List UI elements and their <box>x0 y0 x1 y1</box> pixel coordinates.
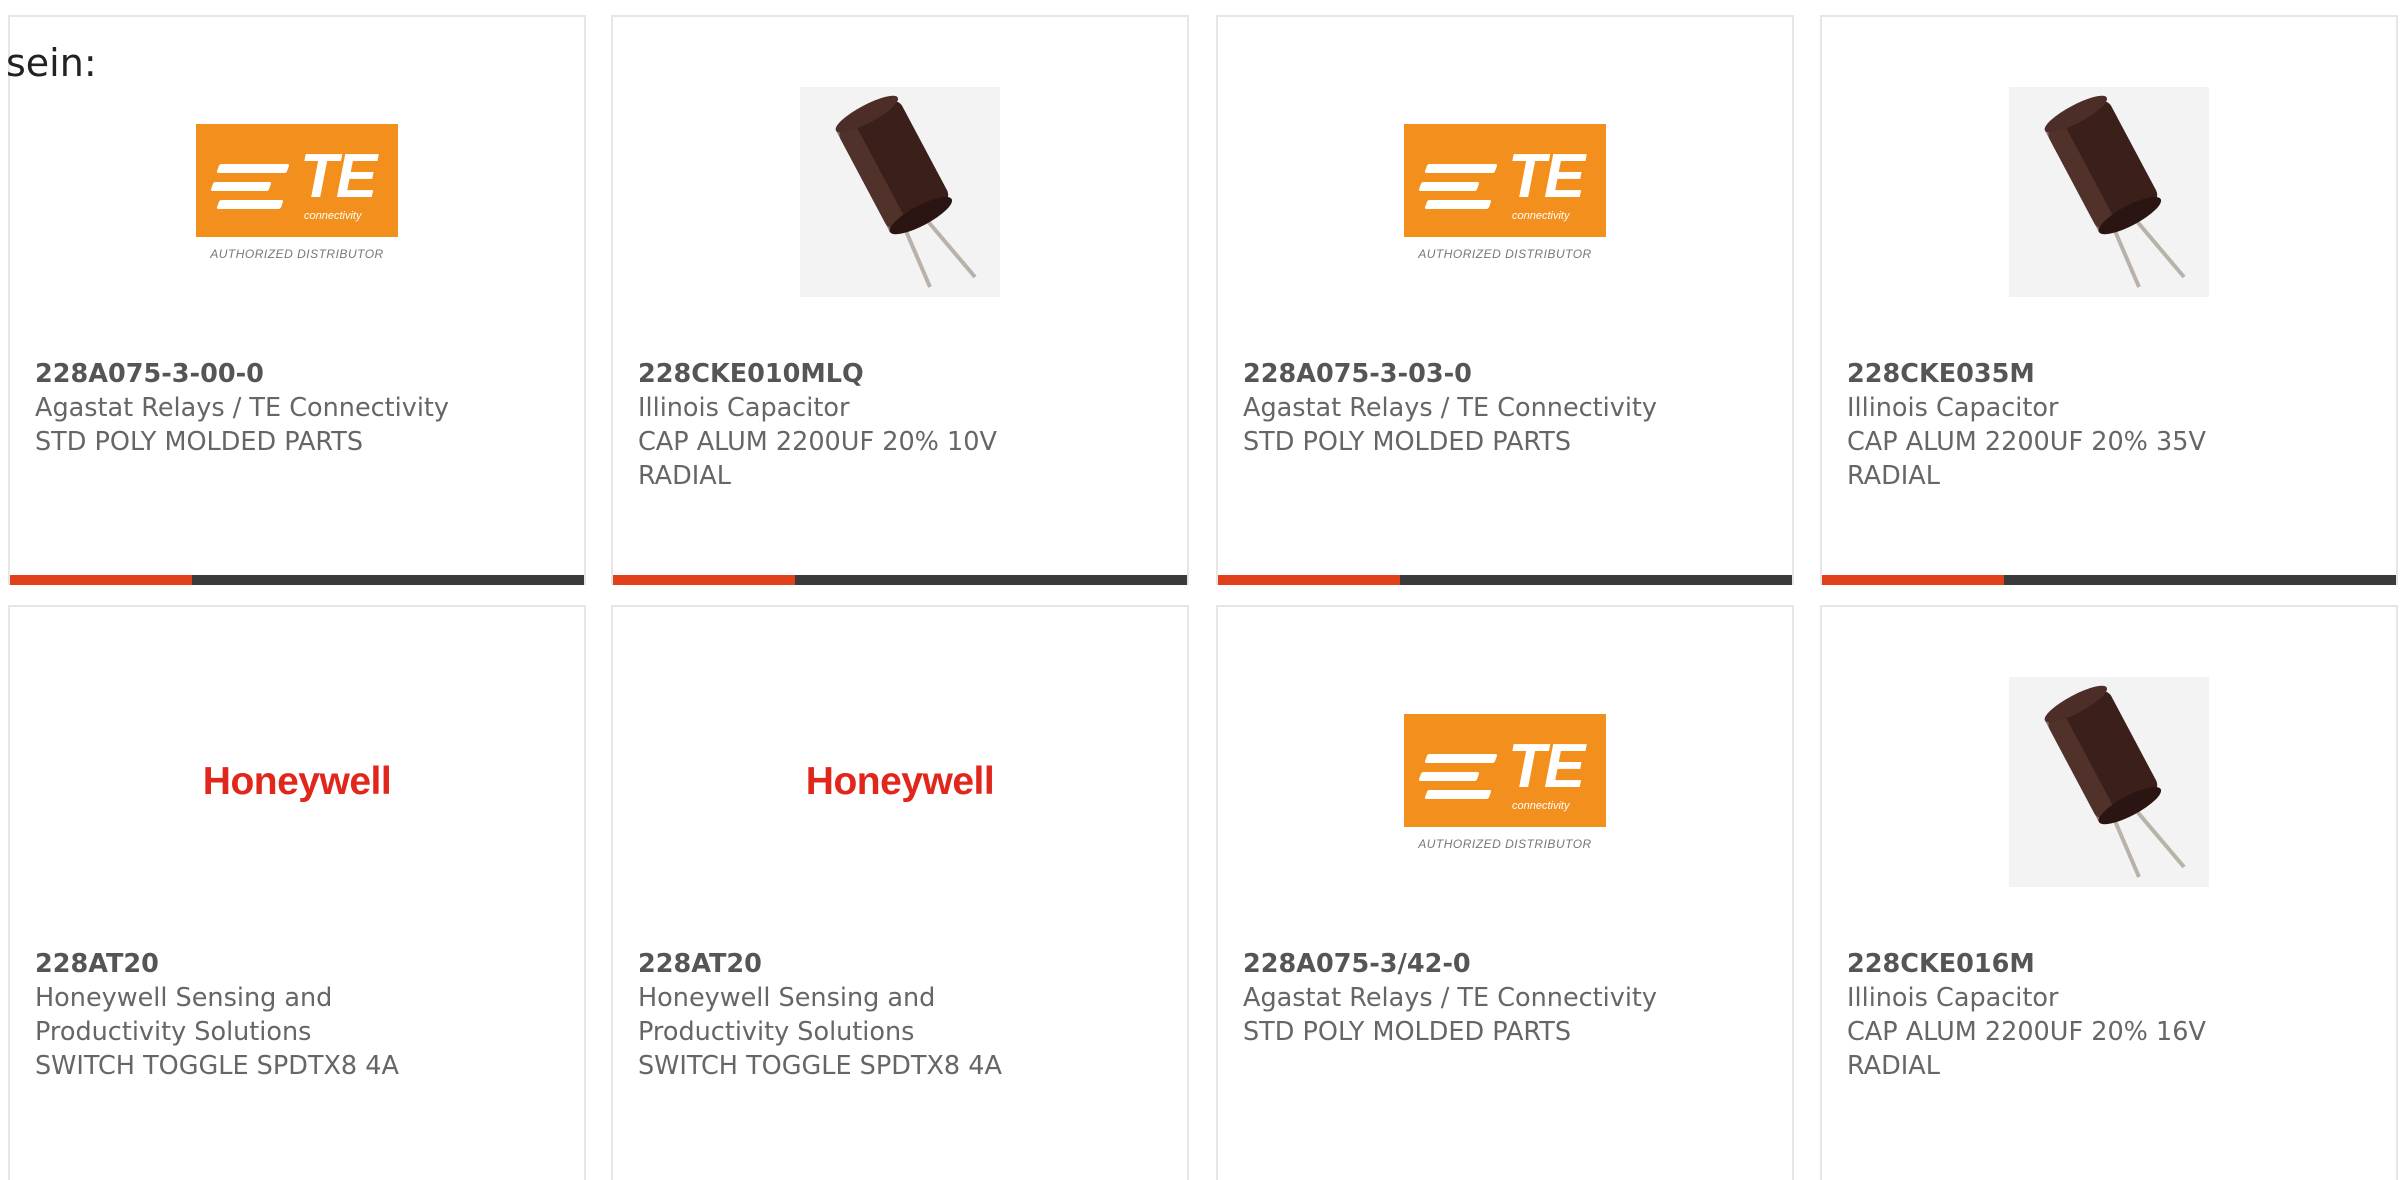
product-image[interactable]: Honeywell <box>10 677 584 887</box>
part-number[interactable]: 228A075-3-03-0 <box>1243 357 1772 391</box>
product-image[interactable] <box>1822 87 2396 297</box>
card-bottom-bar <box>1822 575 2396 585</box>
honeywell-logo: Honeywell <box>805 760 995 803</box>
capacitor-image <box>2009 87 2209 297</box>
description: STD POLY MOLDED PARTS <box>1243 427 1572 457</box>
card-bottom-bar <box>1218 575 1792 585</box>
honeywell-logo: Honeywell <box>202 760 392 803</box>
manufacturer: Honeywell Sensing and Productivity Solut… <box>35 983 333 1047</box>
part-number[interactable]: 228A075-3/42-0 <box>1243 947 1772 981</box>
description: CAP ALUM 2200UF 20% 35V RADIAL <box>1847 427 2206 491</box>
manufacturer: Illinois Capacitor <box>1847 393 2059 423</box>
capacitor-image <box>2009 677 2209 887</box>
manufacturer: Illinois Capacitor <box>638 393 850 423</box>
description: SWITCH TOGGLE SPDTX8 4A <box>35 1051 399 1081</box>
product-image[interactable] <box>613 87 1187 297</box>
te-connectivity-logo: TE connectivity AUTHORIZED DISTRIBUTOR <box>1404 123 1606 261</box>
manufacturer: Agastat Relays / TE Connectivity <box>35 393 450 423</box>
part-number[interactable]: 228CKE010MLQ <box>638 357 1167 391</box>
description: CAP ALUM 2200UF 20% 16V RADIAL <box>1847 1017 2206 1081</box>
product-card[interactable]: TE connectivity AUTHORIZED DISTRIBUTOR 2… <box>8 15 586 585</box>
product-card[interactable]: TE connectivity AUTHORIZED DISTRIBUTOR 2… <box>1216 15 1794 585</box>
part-number[interactable]: 228AT20 <box>35 947 564 981</box>
te-connectivity-logo: TE connectivity AUTHORIZED DISTRIBUTOR <box>1404 713 1606 851</box>
manufacturer: Honeywell Sensing and Productivity Solut… <box>638 983 936 1047</box>
product-card[interactable]: Honeywell 228AT20 Honeywell Sensing and … <box>8 605 586 1180</box>
capacitor-image <box>800 87 1000 297</box>
manufacturer: Illinois Capacitor <box>1847 983 2059 1013</box>
te-connectivity-logo: TE connectivity AUTHORIZED DISTRIBUTOR <box>196 123 398 261</box>
intro-text: sein: <box>6 41 97 85</box>
product-card[interactable]: 228CKE035M Illinois Capacitor CAP ALUM 2… <box>1820 15 2398 585</box>
product-card[interactable]: Honeywell 228AT20 Honeywell Sensing and … <box>611 605 1189 1180</box>
part-number[interactable]: 228A075-3-00-0 <box>35 357 564 391</box>
part-number[interactable]: 228AT20 <box>638 947 1167 981</box>
product-image[interactable]: Honeywell <box>613 677 1187 887</box>
card-bottom-bar <box>613 575 1187 585</box>
product-image[interactable]: TE connectivity AUTHORIZED DISTRIBUTOR <box>1218 677 1792 887</box>
description: SWITCH TOGGLE SPDTX8 4A <box>638 1051 1002 1081</box>
description: CAP ALUM 2200UF 20% 10V RADIAL <box>638 427 997 491</box>
product-image[interactable]: TE connectivity AUTHORIZED DISTRIBUTOR <box>10 87 584 297</box>
part-number[interactable]: 228CKE035M <box>1847 357 2376 391</box>
product-card[interactable]: TE connectivity AUTHORIZED DISTRIBUTOR 2… <box>1216 605 1794 1180</box>
product-image[interactable]: TE connectivity AUTHORIZED DISTRIBUTOR <box>1218 87 1792 297</box>
product-card[interactable]: 228CKE010MLQ Illinois Capacitor CAP ALUM… <box>611 15 1189 585</box>
description: STD POLY MOLDED PARTS <box>1243 1017 1572 1047</box>
manufacturer: Agastat Relays / TE Connectivity <box>1243 983 1658 1013</box>
product-image[interactable] <box>1822 677 2396 887</box>
card-bottom-bar <box>10 575 584 585</box>
part-number[interactable]: 228CKE016M <box>1847 947 2376 981</box>
description: STD POLY MOLDED PARTS <box>35 427 364 457</box>
product-card[interactable]: 228CKE016M Illinois Capacitor CAP ALUM 2… <box>1820 605 2398 1180</box>
manufacturer: Agastat Relays / TE Connectivity <box>1243 393 1658 423</box>
